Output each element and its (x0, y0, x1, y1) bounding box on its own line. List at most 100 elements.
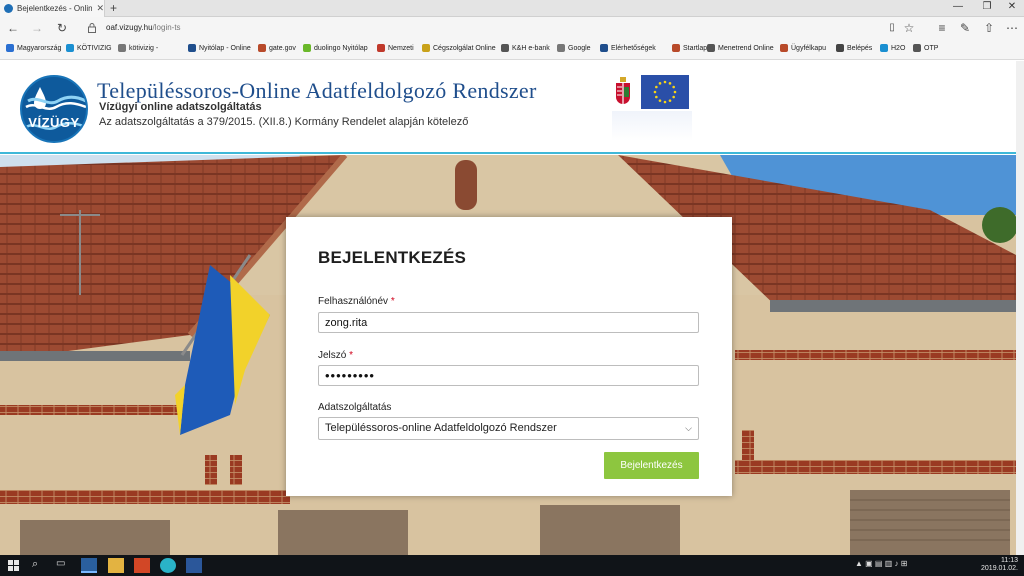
task-view-icon[interactable]: ▭ (56, 558, 72, 573)
eu-star-icon (658, 99, 662, 102)
favorite-label: Google (568, 44, 591, 52)
powerpoint-icon[interactable] (134, 558, 150, 573)
hungarian-coat-of-arms-icon (616, 77, 630, 104)
owl-icon (303, 44, 311, 52)
browser-tab-bar: Bejelentkezés - Online A ✕ + — ❐ ✕ (0, 0, 1024, 17)
close-tab-icon[interactable]: ✕ (96, 3, 104, 14)
eu-star-icon (668, 82, 672, 85)
site-subtitle: Vízügyi online adatszolgáltatás (99, 101, 262, 113)
logo-waves-icon (25, 87, 86, 130)
favorite-item[interactable]: Nyitólap - Online (188, 44, 251, 52)
clock-time: 11:13 (1001, 557, 1018, 564)
favorite-label: Elérhetőségek (611, 44, 656, 52)
favorite-item[interactable]: kötivizig - (118, 44, 158, 52)
water-icon (66, 44, 74, 52)
eu-star-icon (658, 82, 662, 85)
site-header: VÍZÜGY Településsoros-Online Adatfeldolg… (0, 61, 1016, 154)
favorite-label: Magyarország (17, 44, 62, 52)
star-icon (501, 44, 509, 52)
favorite-item[interactable]: Belépés (836, 44, 872, 52)
favorite-item[interactable]: Nemzeti (377, 44, 414, 52)
favorite-item[interactable]: KÖTIVIZIG (66, 44, 112, 52)
tab-title: Bejelentkezés - Online A (17, 4, 93, 13)
legal-note: Az adatszolgáltatás a 379/2015. (XII.8.)… (99, 116, 469, 128)
username-input[interactable] (318, 312, 699, 333)
file-explorer-icon[interactable] (108, 558, 124, 573)
windows-taskbar: ⌕ ▭ ▲ ▣ ▤ ▥ ♪ ⊞ 11:13 2019.01.02. (0, 555, 1024, 576)
favorite-item[interactable]: H2O (880, 44, 905, 52)
favorite-label: Menetrend Online (718, 44, 774, 52)
maximize-icon[interactable]: ❐ (975, 1, 999, 12)
vizugy-logo[interactable]: VÍZÜGY (20, 75, 88, 143)
eu-flag-icon (641, 75, 689, 109)
favorite-label: Belépés (847, 44, 873, 52)
service-selected-value: Településsoros-online Adatfeldolgozó Ren… (325, 422, 557, 434)
word-icon[interactable] (186, 558, 202, 573)
favorite-label: OTP (924, 44, 939, 52)
forward-icon[interactable]: → (28, 20, 46, 36)
eu-star-icon (655, 85, 658, 89)
service-select[interactable]: Településsoros-online Adatfeldolgozó Ren… (318, 417, 699, 440)
favorite-item[interactable]: K&H e-bank (501, 44, 550, 52)
favorite-item[interactable]: Startlap - (672, 44, 711, 52)
edge-taskbar-icon[interactable] (81, 558, 97, 573)
new-tab-icon[interactable]: + (110, 1, 117, 15)
url-host: oaf.vizugy.hu (106, 23, 153, 32)
eu-star-icon (653, 90, 657, 94)
favorite-item[interactable]: gate.gov (258, 44, 296, 52)
favorite-star-icon[interactable]: ☆ (900, 20, 918, 36)
share-icon[interactable]: ⇧ (980, 20, 998, 36)
address-bar[interactable]: oaf.vizugy.hu/login-ts (106, 23, 181, 32)
hub-icon[interactable]: ≡ (933, 20, 951, 36)
reading-view-icon[interactable]: ▯ (883, 20, 901, 36)
g-icon (118, 44, 126, 52)
favorite-item[interactable]: Menetrend Online (707, 44, 774, 52)
back-icon[interactable]: ← (4, 20, 22, 36)
clock[interactable]: 11:13 2019.01.02. (981, 557, 1018, 573)
windows-start-icon[interactable] (6, 558, 22, 573)
favorite-item[interactable]: Google (557, 44, 591, 52)
favorite-item[interactable]: OTP (913, 44, 938, 52)
page-scrollbar[interactable] (1016, 61, 1024, 555)
refresh-icon[interactable]: ↻ (53, 20, 71, 36)
favorite-item[interactable]: Cégszolgálat Online (422, 44, 496, 52)
favorite-item[interactable]: Ügyfélkapu (780, 44, 826, 52)
bird-icon (672, 44, 680, 52)
eu-star-icon (672, 85, 675, 89)
required-mark: * (390, 296, 395, 307)
close-window-icon[interactable]: ✕ (1000, 1, 1024, 12)
chevron-down-icon: ⌵ (685, 423, 692, 433)
minimize-icon[interactable]: — (946, 1, 970, 12)
favorite-label: Nemzeti (388, 44, 414, 52)
more-icon[interactable]: ⋯ (1003, 20, 1021, 36)
favorite-label: K&H e-bank (512, 44, 550, 52)
bird-icon (780, 44, 788, 52)
eu-star-icon (672, 95, 675, 99)
required-mark: * (349, 350, 354, 361)
notes-icon[interactable]: ✎ (956, 20, 974, 36)
globe-icon (6, 44, 14, 52)
favorite-label: KÖTIVIZIG (77, 44, 112, 52)
lock-icon (88, 23, 96, 33)
favorite-label: H2O (891, 44, 906, 52)
eu-star-icon (663, 80, 667, 84)
globe-icon (836, 44, 844, 52)
star-icon (913, 44, 921, 52)
globe-icon (188, 44, 196, 52)
tray-icons[interactable]: ▲ ▣ ▤ ▥ ♪ ⊞ (855, 559, 907, 568)
browser-tab[interactable]: Bejelentkezés - Online A ✕ (0, 0, 105, 17)
app-taskbar-icon[interactable] (160, 558, 176, 573)
login-form: BEJELENTKEZÉS Felhasználónév * Jelszó * … (286, 217, 732, 496)
favorite-item[interactable]: Elérhetőségek (600, 44, 656, 52)
c-icon (422, 44, 430, 52)
search-icon[interactable]: ⌕ (32, 558, 48, 573)
bird-icon (258, 44, 266, 52)
favorite-label: Nyitólap - Online (199, 44, 251, 52)
login-button[interactable]: Bejelentkezés (604, 452, 699, 479)
water-icon (880, 44, 888, 52)
favorite-item[interactable]: duolingo Nyitólap (303, 44, 368, 52)
site-favicon-icon (4, 4, 13, 13)
username-label: Felhasználónév * (318, 296, 395, 307)
favorite-item[interactable]: Magyarország (6, 44, 61, 52)
password-input[interactable]: ••••••••• (318, 365, 699, 386)
